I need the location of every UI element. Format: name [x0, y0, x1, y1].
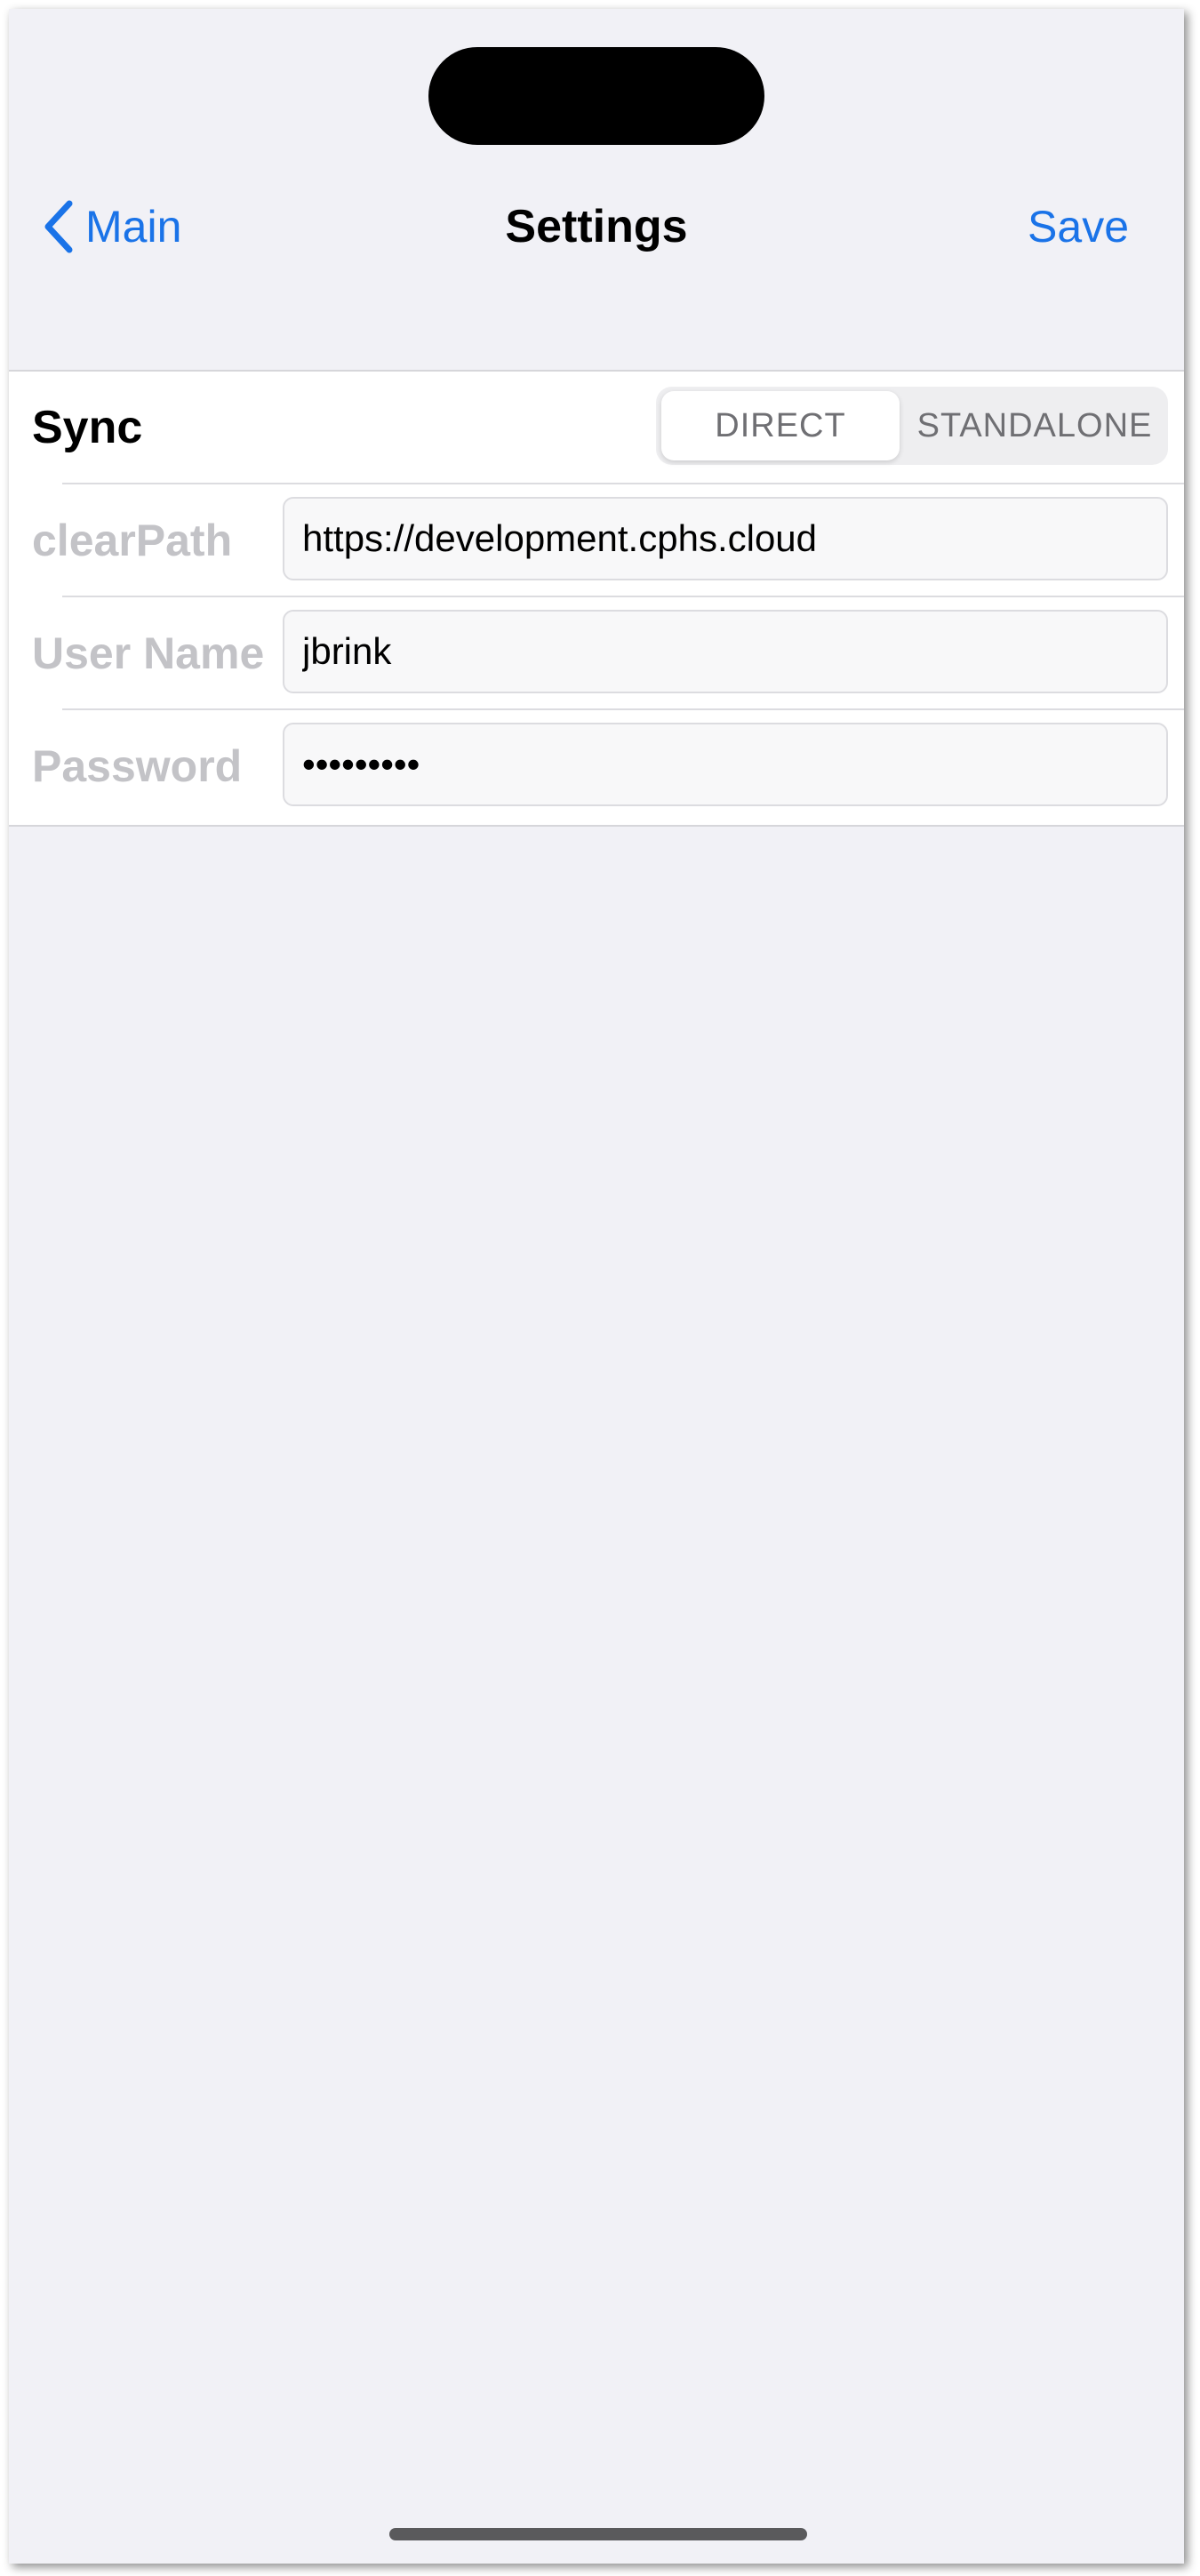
settings-form: Sync DIRECT STANDALONE clearPath User Na… [9, 370, 1184, 827]
segment-standalone[interactable]: STANDALONE [903, 391, 1166, 460]
sync-label: Sync [32, 402, 143, 453]
phone-screen: Main Settings Save Sync DIRECT STANDALON… [9, 9, 1184, 2564]
clearpath-label: clearPath [32, 516, 233, 565]
password-label: Password [32, 741, 243, 791]
password-row: Password [9, 710, 1184, 822]
segment-direct[interactable]: DIRECT [661, 391, 900, 460]
home-indicator [389, 2528, 807, 2540]
sync-row: Sync DIRECT STANDALONE [9, 372, 1184, 484]
sync-mode-segmented-control[interactable]: DIRECT STANDALONE [656, 387, 1168, 465]
clearpath-row: clearPath [9, 484, 1184, 596]
save-button[interactable]: Save [1028, 187, 1129, 267]
username-row: User Name [9, 597, 1184, 709]
page-title: Settings [505, 201, 688, 252]
username-label: User Name [32, 628, 265, 678]
username-field[interactable] [283, 610, 1168, 693]
clearpath-url-field[interactable] [283, 497, 1168, 580]
dynamic-island [428, 47, 764, 145]
password-field[interactable] [283, 723, 1168, 806]
